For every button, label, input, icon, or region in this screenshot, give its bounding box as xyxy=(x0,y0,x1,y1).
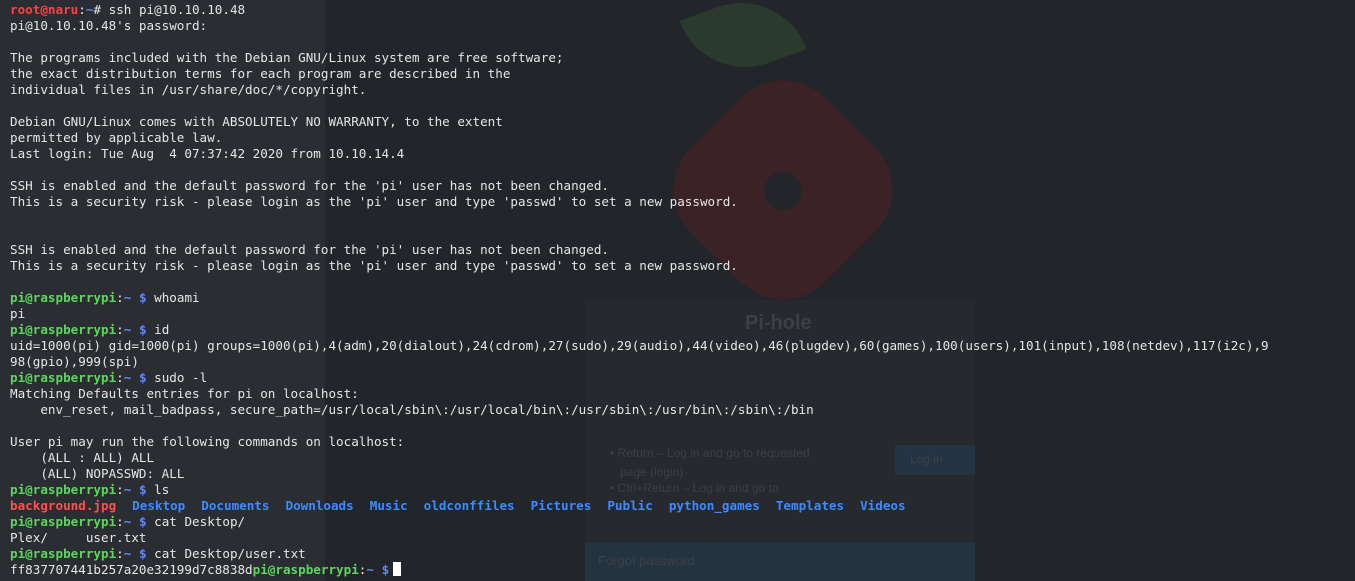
ls-dir: python_games xyxy=(668,498,760,513)
pi-prompt-user: pi@raspberrypi xyxy=(10,482,117,497)
pi-prompt-symbol: $ xyxy=(138,546,147,561)
root-prompt-symbol: # xyxy=(93,2,102,17)
ls-dir: Templates xyxy=(775,498,845,513)
terminal-line-sudo: pi@raspberrypi:~ $ sudo -l xyxy=(10,370,208,385)
terminal-output: pi xyxy=(10,306,26,321)
pi-prompt-path: ~ xyxy=(123,482,132,497)
terminal-ls-output: background.jpg Desktop Documents Downloads M… xyxy=(10,498,1355,514)
pi-prompt-symbol: $ xyxy=(138,370,147,385)
ls-dir: Downloads xyxy=(285,498,354,513)
pi-prompt-user: pi@raspberrypi xyxy=(252,562,359,577)
command-id: id xyxy=(154,322,170,337)
pi-prompt-symbol: $ xyxy=(138,290,147,305)
terminal-line-cat-file: pi@raspberrypi:~ $ cat Desktop/user.txt xyxy=(10,546,306,561)
flag-output: ff837707441b257a20e32199d7c8838d xyxy=(10,562,253,577)
ls-dir: Documents xyxy=(201,498,270,513)
terminal-line-whoami: pi@raspberrypi:~ $ whoami xyxy=(10,290,200,305)
terminal-line-cat-dir: pi@raspberrypi:~ $ cat Desktop/ xyxy=(10,514,246,529)
terminal-line-ls: pi@raspberrypi:~ $ ls xyxy=(10,482,170,497)
pi-prompt-path: ~ xyxy=(366,562,374,577)
command-ssh: ssh pi@10.10.10.48 xyxy=(108,2,246,17)
pi-prompt-symbol: $ xyxy=(138,322,147,337)
root-prompt-user: root@naru xyxy=(10,2,79,17)
terminal-output: permitted by applicable law. xyxy=(10,130,223,145)
pi-prompt-path: ~ xyxy=(123,514,132,529)
terminal-output: individual files in /usr/share/doc/*/cop… xyxy=(10,82,367,97)
terminal-window[interactable]: root@naru:~# ssh pi@10.10.10.48 pi@10.10… xyxy=(0,0,1355,581)
terminal-output: Matching Defaults entries for pi on loca… xyxy=(10,386,359,401)
terminal-line-ssh: root@naru:~# ssh pi@10.10.10.48 xyxy=(10,2,246,17)
terminal-output: User pi may run the following commands o… xyxy=(10,434,405,449)
pi-prompt-user: pi@raspberrypi xyxy=(10,370,117,385)
command-cat-dir: cat Desktop/ xyxy=(154,514,246,529)
terminal-output: (ALL : ALL) ALL xyxy=(10,450,155,465)
ls-dir: Pictures xyxy=(530,498,592,513)
terminal-line-id: pi@raspberrypi:~ $ id xyxy=(10,322,170,337)
ls-dir: Music xyxy=(369,498,408,513)
command-ls: ls xyxy=(154,482,170,497)
ls-dir: oldconffiles xyxy=(423,498,515,513)
ls-dir: Videos xyxy=(860,498,906,513)
terminal-output: pi@10.10.10.48's password: xyxy=(10,18,208,33)
pi-prompt-symbol: $ xyxy=(381,562,390,577)
terminal-output: SSH is enabled and the default password … xyxy=(10,242,609,257)
terminal-output: (ALL) NOPASSWD: ALL xyxy=(10,466,185,481)
terminal-cursor[interactable] xyxy=(393,562,402,576)
terminal-output: env_reset, mail_badpass, secure_path=/us… xyxy=(10,402,814,417)
pi-prompt-user: pi@raspberrypi xyxy=(10,514,117,529)
pi-prompt-path: ~ xyxy=(123,546,132,561)
terminal-output: the exact distribution terms for each pr… xyxy=(10,66,511,81)
command-whoami: whoami xyxy=(154,290,200,305)
pi-prompt-symbol: $ xyxy=(138,514,147,529)
ls-dir: Public xyxy=(607,498,653,513)
pi-prompt-path: ~ xyxy=(123,290,132,305)
command-sudo: sudo -l xyxy=(154,370,208,385)
terminal-output: uid=1000(pi) gid=1000(pi) groups=1000(pi… xyxy=(10,338,1269,353)
terminal-output: This is a security risk - please login a… xyxy=(10,194,738,209)
pi-prompt-user: pi@raspberrypi xyxy=(10,322,117,337)
terminal-output: 98(gpio),999(spi) xyxy=(10,354,139,369)
pi-prompt-user: pi@raspberrypi xyxy=(10,546,117,561)
pi-prompt-symbol: $ xyxy=(138,482,147,497)
terminal-line-current[interactable]: ff837707441b257a20e32199d7c8838dpi@raspb… xyxy=(10,562,1355,578)
terminal-output: Debian GNU/Linux comes with ABSOLUTELY N… xyxy=(10,114,503,129)
terminal-output: Last login: Tue Aug 4 07:37:42 2020 from… xyxy=(10,146,405,161)
pi-prompt-path: ~ xyxy=(123,322,132,337)
terminal-output: The programs included with the Debian GN… xyxy=(10,50,564,65)
terminal-output: SSH is enabled and the default password … xyxy=(10,178,609,193)
terminal-output: This is a security risk - please login a… xyxy=(10,258,738,273)
pi-prompt-path: ~ xyxy=(123,370,132,385)
terminal-output: Plex/ user.txt xyxy=(10,530,147,545)
command-cat-file: cat Desktop/user.txt xyxy=(154,546,306,561)
ls-file-image: background.jpg xyxy=(10,498,117,513)
pi-prompt-user: pi@raspberrypi xyxy=(10,290,117,305)
ls-dir: Desktop xyxy=(132,498,186,513)
